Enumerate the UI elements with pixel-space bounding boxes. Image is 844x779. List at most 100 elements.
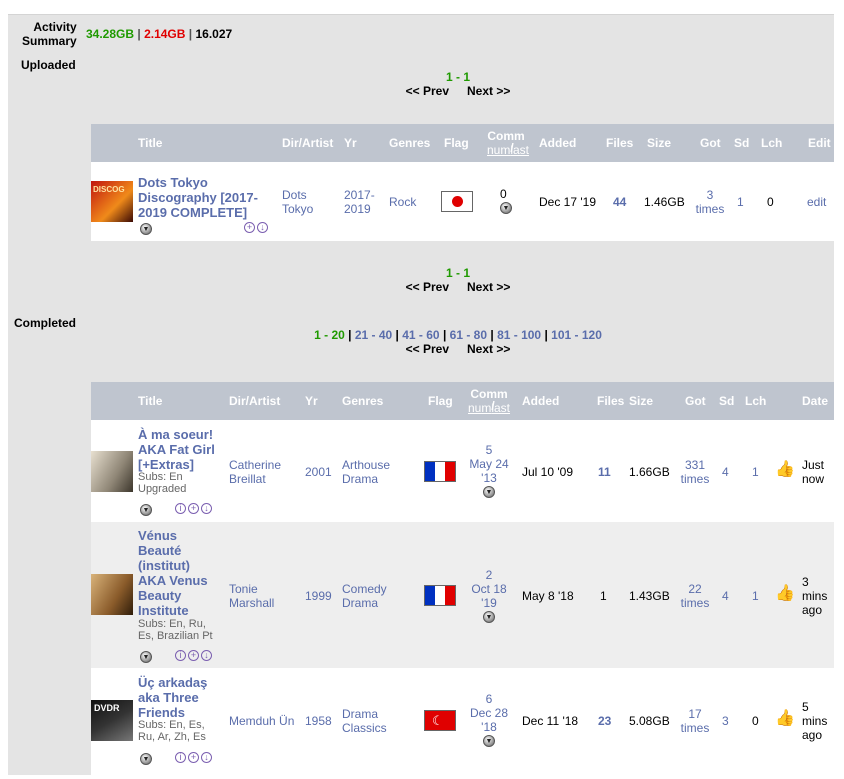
got-count[interactable]: 17 times [680,707,710,735]
col-seeders[interactable]: Sd [734,136,749,150]
comment-arrow-icon[interactable]: ▼ [483,611,495,623]
torrent-title-link[interactable]: Vénus Beauté (institut) AKA Venus Beauty Inst… [138,528,228,618]
col-year[interactable]: Yr [305,394,318,408]
page-link[interactable]: 41 - 60 [402,328,439,342]
next-link[interactable]: Next >> [467,342,510,356]
download-arrow-icon[interactable]: ↓ [201,650,212,661]
comments-info[interactable]: 2 Oct 18'19 [469,568,509,610]
year-link[interactable]: 1999 [305,589,332,603]
torrent-title-link[interactable]: Dots Tokyo Discography [2017- 2019 COMPLET… [138,175,268,220]
col-flag[interactable]: Flag [428,394,453,408]
col-got[interactable]: Got [685,394,706,408]
col-genres[interactable]: Genres [389,136,430,150]
bookmark-add-icon[interactable]: + [188,650,199,661]
col-year[interactable]: Yr [344,136,357,150]
year-link[interactable]: 2001 [305,465,332,479]
prev-link[interactable]: << Prev [406,342,449,356]
files-count[interactable]: 44 [613,195,626,209]
comments-info[interactable]: 6 Dec 28'18 [469,692,509,734]
info-icon[interactable]: i [175,503,186,514]
files-count[interactable]: 11 [598,465,611,479]
col-title[interactable]: Title [138,394,162,408]
seeders-count[interactable]: 4 [722,589,729,603]
dir-artist-link[interactable]: Tonie Marshall [229,582,274,610]
download-arrow-icon[interactable]: ↓ [257,222,268,233]
dir-artist-link[interactable]: Catherine Breillat [229,458,281,486]
files-count[interactable]: 23 [598,714,611,728]
comment-arrow-icon[interactable]: ▼ [483,735,495,747]
col-genres[interactable]: Genres [342,394,383,408]
genre-link[interactable]: Comedy Drama [342,582,387,610]
download-icon[interactable]: ▼ [140,504,152,516]
edit-link[interactable]: edit [807,195,826,209]
col-dir-artist[interactable]: Dir/Artist [229,394,280,408]
download-arrow-icon[interactable]: ↓ [201,752,212,763]
comment-arrow-icon[interactable]: ▼ [483,486,495,498]
year-link[interactable]: 1958 [305,714,332,728]
bookmark-add-icon[interactable]: + [188,503,199,514]
page-link[interactable]: 81 - 100 [497,328,541,342]
genre-link[interactable]: Arthouse Drama [342,458,390,486]
thumbs-up-icon[interactable]: 👍 [775,459,795,479]
next-link[interactable]: Next >> [467,84,510,98]
comment-count[interactable]: 0 [500,187,507,201]
col-seeders[interactable]: Sd [719,394,734,408]
col-title[interactable]: Title [138,136,162,150]
leechers-count[interactable]: 1 [752,589,759,603]
col-files[interactable]: Files [597,394,624,408]
col-date[interactable]: Date [802,394,828,408]
col-flag[interactable]: Flag [444,136,469,150]
seeders-count[interactable]: 3 [722,714,729,728]
page-link[interactable]: 21 - 40 [355,328,392,342]
got-count[interactable]: 331 times [680,458,710,486]
download-icon[interactable]: ▼ [140,753,152,765]
cover-thumbnail[interactable]: DISCOG [91,181,133,222]
info-icon[interactable]: i [175,650,186,661]
thumbs-up-icon[interactable]: 👍 [775,583,795,603]
thumbs-up-icon[interactable]: 👍 [775,708,795,728]
cover-thumbnail[interactable] [91,574,133,615]
activity-summary-values: 34.28GB | 2.14GB | 16.027 [86,27,232,41]
page-link[interactable]: 101 - 120 [551,328,602,342]
uploaded-section-label: Uploaded [21,58,76,72]
got-count[interactable]: 3 times [695,188,725,216]
year-link[interactable]: 2017- 2019 [344,188,375,216]
seeders-count[interactable]: 4 [722,465,729,479]
torrent-title-link[interactable]: Üç arkadaş aka Three Friends [138,675,228,720]
size-value: 1.43GB [629,589,670,603]
dir-artist-link[interactable]: Dots Tokyo [282,188,313,216]
bookmark-add-icon[interactable]: + [244,222,255,233]
col-got[interactable]: Got [700,136,721,150]
torrent-title-link[interactable]: À ma soeur! AKA Fat Girl [+Extras] [138,427,228,472]
bookmark-add-icon[interactable]: + [188,752,199,763]
next-link[interactable]: Next >> [467,280,510,294]
col-leechers[interactable]: Lch [761,136,782,150]
col-size[interactable]: Size [629,394,653,408]
page-link[interactable]: 61 - 80 [450,328,487,342]
got-count[interactable]: 22 times [680,582,710,610]
genre-link[interactable]: Rock [389,195,416,209]
comments-info[interactable]: 5 May 24'13 [469,443,509,485]
col-added[interactable]: Added [539,136,576,150]
prev-link[interactable]: << Prev [406,84,449,98]
prev-link[interactable]: << Prev [406,280,449,294]
dir-artist-link[interactable]: Memduh Ün [229,714,294,728]
col-dir-artist[interactable]: Dir/Artist [282,136,333,150]
sort-num-link[interactable]: num [468,401,491,415]
download-icon[interactable]: ▼ [140,651,152,663]
genre-link[interactable]: Drama Classics [342,707,387,735]
col-leechers[interactable]: Lch [745,394,766,408]
col-added[interactable]: Added [522,394,559,408]
download-icon[interactable]: ▼ [140,223,152,235]
comment-arrow-icon[interactable]: ▼ [500,202,512,214]
leechers-count[interactable]: 1 [752,465,759,479]
cover-thumbnail[interactable] [91,451,133,492]
col-files[interactable]: Files [606,136,633,150]
sort-num-link[interactable]: num [487,143,510,157]
info-icon[interactable]: i [175,752,186,763]
cover-thumbnail[interactable]: DVDR [91,700,133,741]
seeders-count[interactable]: 1 [737,195,744,209]
col-size[interactable]: Size [647,136,671,150]
flag-turkey-icon: ☾ [424,710,456,731]
download-arrow-icon[interactable]: ↓ [201,503,212,514]
